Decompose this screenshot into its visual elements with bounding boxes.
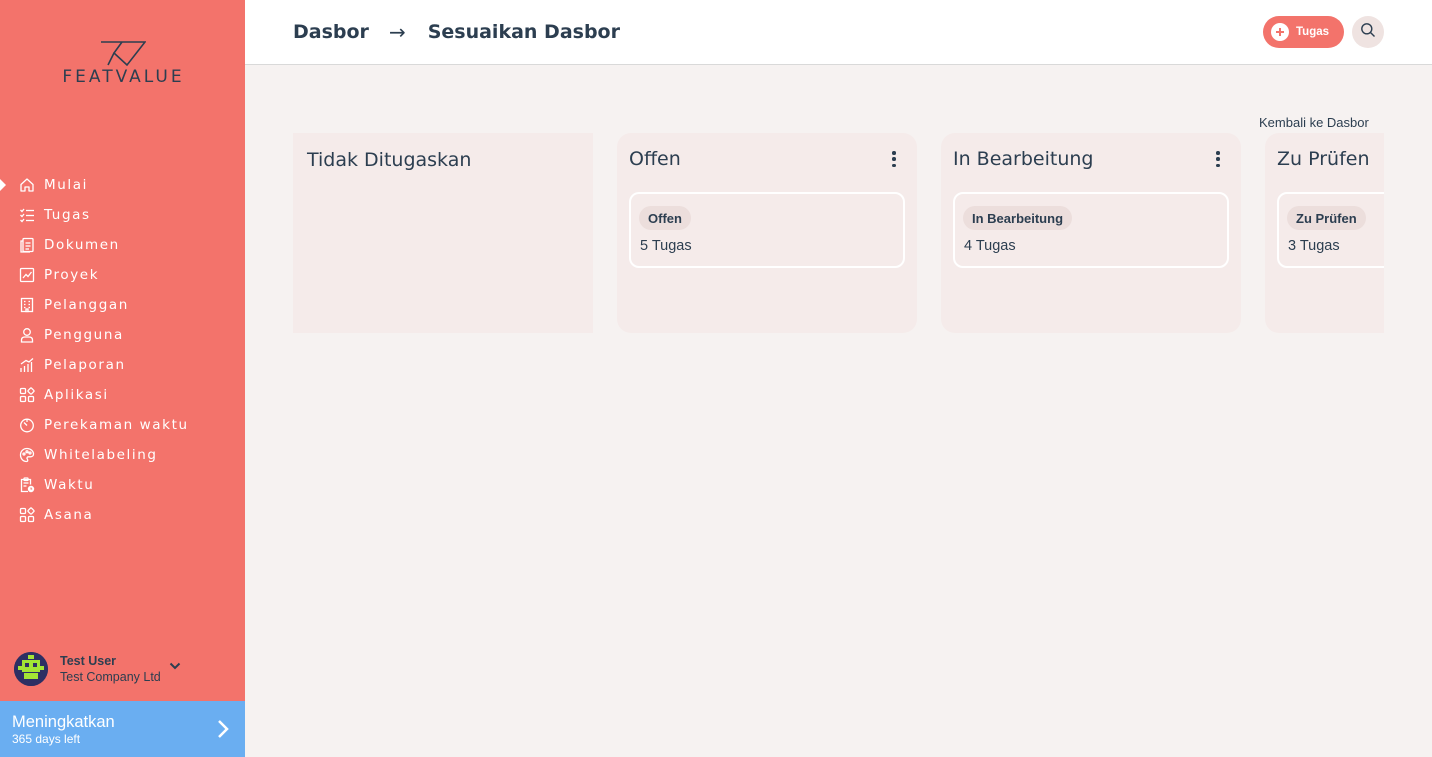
breadcrumb-current: Sesuaikan Dasbor <box>427 21 620 43</box>
sidebar-item-label: Asana <box>44 507 94 523</box>
apps-icon <box>18 506 36 524</box>
logo-mark-icon <box>101 41 146 66</box>
palette-icon <box>18 446 36 464</box>
clipboard-clock-icon <box>18 476 36 494</box>
sidebar-item-label: Whitelabeling <box>44 447 158 463</box>
sidebar-item-label: Pengguna <box>44 327 124 343</box>
sidebar-item-pengguna[interactable]: Pengguna <box>0 320 245 350</box>
sidebar-item-dokumen[interactable]: Dokumen <box>0 230 245 260</box>
column-title: Offen <box>629 148 681 170</box>
sidebar-item-mulai[interactable]: Mulai <box>0 170 245 200</box>
avatar <box>14 652 48 686</box>
add-task-button[interactable]: Tugas <box>1263 16 1344 48</box>
user-menu[interactable]: Test User Test Company Ltd <box>14 650 234 688</box>
sidebar-nav: Mulai Tugas Dokumen Proyek Pelanggan Pen… <box>0 170 245 530</box>
home-icon <box>18 176 36 194</box>
timer-icon <box>18 416 36 434</box>
add-task-label: Tugas <box>1296 26 1330 38</box>
breadcrumb-root[interactable]: Dasbor <box>293 21 369 43</box>
sidebar-item-label: Waktu <box>44 477 95 493</box>
sidebar-item-pelaporan[interactable]: Pelaporan <box>0 350 245 380</box>
task-count: 5 Tugas <box>640 238 692 254</box>
column-zu-pruefen: Zu Prüfen Zu Prüfen 3 Tugas <box>1265 133 1384 333</box>
task-count: 3 Tugas <box>1288 238 1340 254</box>
search-button[interactable] <box>1352 16 1384 48</box>
sidebar-item-label: Pelanggan <box>44 297 129 313</box>
sidebar-item-label: Aplikasi <box>44 387 109 403</box>
status-badge: In Bearbeitung <box>963 206 1073 230</box>
breadcrumb-separator: → <box>388 20 406 44</box>
status-card[interactable]: In Bearbeitung 4 Tugas <box>953 192 1229 268</box>
search-icon <box>1360 22 1376 43</box>
user-name: Test User <box>60 653 117 668</box>
chevron-right-icon <box>217 719 229 744</box>
bar-chart-icon <box>18 356 36 374</box>
sidebar-item-asana[interactable]: Asana <box>0 500 245 530</box>
sidebar-item-aplikasi[interactable]: Aplikasi <box>0 380 245 410</box>
task-count: 4 Tugas <box>964 238 1016 254</box>
upgrade-days-left: 365 days left <box>12 732 81 746</box>
sidebar-item-label: Perekaman waktu <box>44 417 189 433</box>
logo[interactable]: FEATVALUE <box>36 40 211 90</box>
column-title: Zu Prüfen <box>1277 148 1370 170</box>
column-title: In Bearbeitung <box>953 148 1094 170</box>
sidebar-item-label: Proyek <box>44 267 100 283</box>
status-card[interactable]: Offen 5 Tugas <box>629 192 905 268</box>
sidebar-item-proyek[interactable]: Proyek <box>0 260 245 290</box>
checklist-icon <box>18 206 36 224</box>
logo-text: FEATVALUE <box>62 67 185 87</box>
plus-icon <box>1271 23 1289 41</box>
sidebar-item-perekaman-waktu[interactable]: Perekaman waktu <box>0 410 245 440</box>
column-in-bearbeitung: In Bearbeitung In Bearbeitung 4 Tugas <box>941 133 1241 333</box>
kanban-board: Tidak Ditugaskan Offen Offen 5 Tugas In … <box>293 133 1384 333</box>
sidebar-item-label: Pelaporan <box>44 357 126 373</box>
sidebar-item-pelanggan[interactable]: Pelanggan <box>0 290 245 320</box>
sidebar-item-label: Tugas <box>44 207 91 223</box>
column-title: Tidak Ditugaskan <box>307 149 472 171</box>
upgrade-title: Meningkatkan <box>12 713 115 731</box>
sidebar-item-whitelabeling[interactable]: Whitelabeling <box>0 440 245 470</box>
user-icon <box>18 326 36 344</box>
user-company: Test Company Ltd <box>60 669 161 684</box>
upgrade-button[interactable]: Meningkatkan 365 days left <box>0 701 245 757</box>
column-offen: Offen Offen 5 Tugas <box>617 133 917 333</box>
more-options-icon[interactable] <box>1215 151 1221 167</box>
chart-icon <box>18 266 36 284</box>
back-to-dashboard-link[interactable]: Kembali ke Dasbor <box>1259 115 1369 130</box>
chevron-down-icon[interactable] <box>169 657 181 675</box>
top-header: Dasbor → Sesuaikan Dasbor Tugas <box>245 0 1432 65</box>
apps-icon <box>18 386 36 404</box>
sidebar: FEATVALUE Mulai Tugas Dokumen Proyek Pel… <box>0 0 245 757</box>
sidebar-item-label: Dokumen <box>44 237 120 253</box>
avatar-robot-icon <box>14 652 48 686</box>
breadcrumb: Dasbor → Sesuaikan Dasbor <box>293 20 620 44</box>
more-options-icon[interactable] <box>891 151 897 167</box>
column-tidak-ditugaskan: Tidak Ditugaskan <box>293 133 593 333</box>
status-card[interactable]: Zu Prüfen 3 Tugas <box>1277 192 1384 268</box>
status-badge: Zu Prüfen <box>1287 206 1366 230</box>
sidebar-item-tugas[interactable]: Tugas <box>0 200 245 230</box>
building-icon <box>18 296 36 314</box>
document-icon <box>18 236 36 254</box>
sidebar-item-waktu[interactable]: Waktu <box>0 470 245 500</box>
status-badge: Offen <box>639 206 691 230</box>
sidebar-item-label: Mulai <box>44 177 88 193</box>
